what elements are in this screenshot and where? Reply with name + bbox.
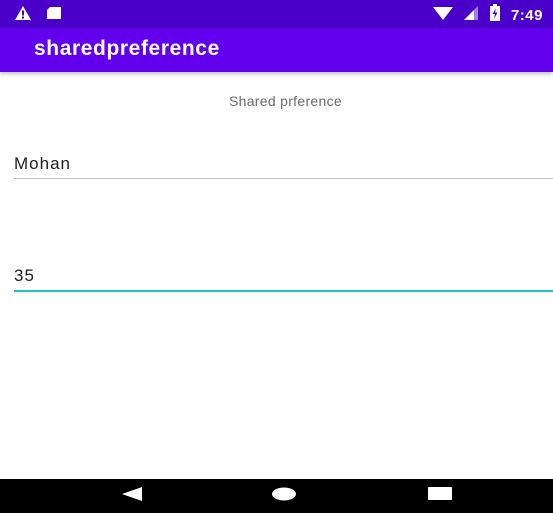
age-field[interactable] [14, 262, 553, 292]
battery-icon [489, 4, 501, 27]
app-title: sharedpreference [34, 37, 220, 60]
home-icon [271, 487, 297, 506]
app-bar: sharedpreference [0, 28, 553, 72]
wifi-icon [432, 5, 453, 26]
recents-icon [428, 487, 452, 505]
status-time: 7:49 [510, 7, 543, 24]
cell-signal-icon [463, 5, 479, 26]
recents-button[interactable] [420, 479, 460, 513]
name-field[interactable] [14, 150, 553, 179]
back-icon [122, 486, 142, 506]
home-button[interactable] [264, 479, 304, 513]
status-bar: 7:49 [0, 0, 553, 28]
page-heading: Shared prference [229, 93, 342, 109]
navigation-bar [0, 479, 553, 513]
back-button[interactable] [112, 479, 152, 513]
sd-card-icon [46, 6, 62, 25]
warning-icon [14, 5, 32, 26]
